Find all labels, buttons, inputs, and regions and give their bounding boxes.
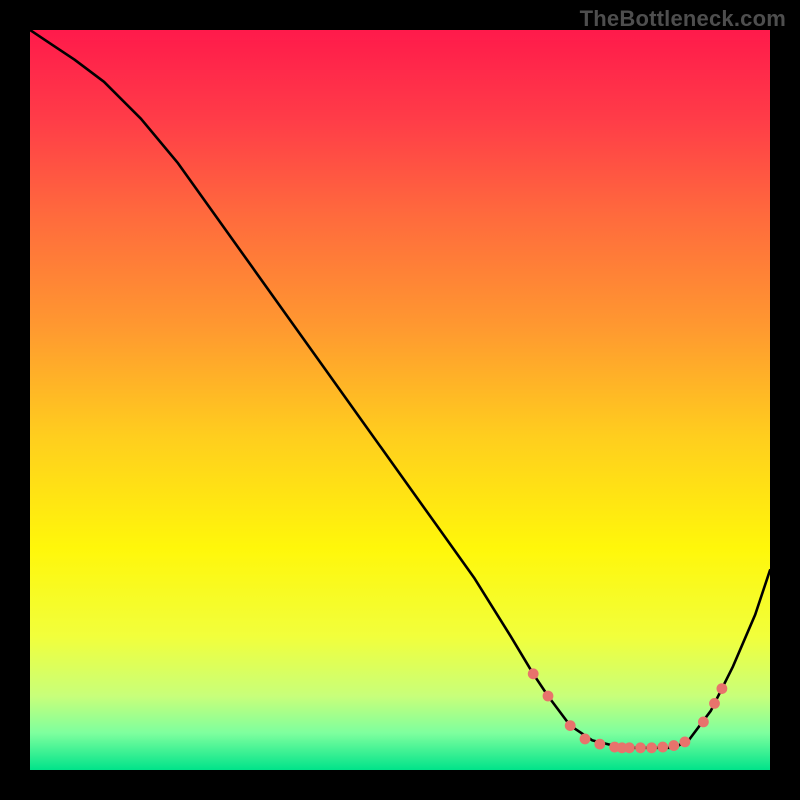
chart-container: TheBottleneck.com (0, 0, 800, 800)
curve-marker (698, 717, 709, 728)
curve-marker (580, 734, 591, 745)
gradient-background (30, 30, 770, 770)
curve-marker (635, 742, 646, 753)
curve-marker (668, 740, 679, 751)
curve-marker (594, 739, 605, 750)
curve-marker (528, 668, 539, 679)
chart-svg (30, 30, 770, 770)
curve-marker (565, 720, 576, 731)
curve-marker (680, 736, 691, 747)
curve-marker (646, 742, 657, 753)
curve-marker (717, 683, 728, 694)
curve-marker (543, 691, 554, 702)
curve-marker (624, 742, 635, 753)
curve-marker (657, 742, 668, 753)
attribution-label: TheBottleneck.com (580, 6, 786, 32)
curve-marker (709, 698, 720, 709)
plot-area (30, 30, 770, 770)
